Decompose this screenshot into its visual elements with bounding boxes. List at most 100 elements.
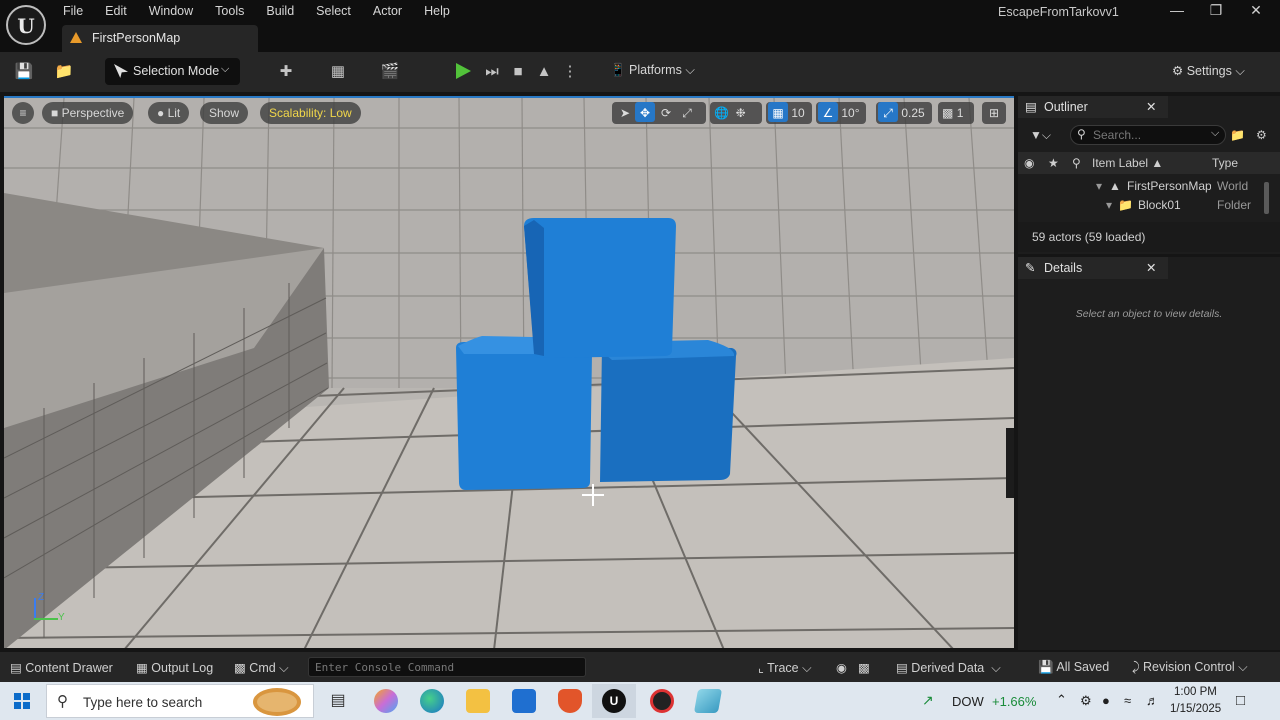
add-actor-icon[interactable]: ✚: [276, 62, 296, 82]
expand-icon[interactable]: ▾: [1106, 198, 1112, 212]
derived-data-button[interactable]: ▤ Derived Data ⌵: [896, 660, 1001, 676]
rotate-tool-icon[interactable]: ⟳: [655, 102, 677, 124]
tray-app-icon[interactable]: ⚙: [1080, 693, 1092, 709]
pin-icon[interactable]: ⚲: [1072, 156, 1081, 170]
revision-control-label: Revision Control: [1142, 660, 1235, 674]
lit-button[interactable]: ● Lit: [148, 102, 190, 124]
notifications-icon[interactable]: □: [1236, 692, 1245, 709]
scale-snap-icon: ⤢: [878, 102, 898, 122]
menu-edit[interactable]: Edit: [94, 0, 138, 22]
tab-map-label: FirstPersonMap: [92, 31, 181, 45]
console-command[interactable]: [308, 657, 586, 677]
level-viewport[interactable]: ≡ ■ Perspective ● Lit Show Scalability: …: [4, 96, 1014, 648]
expand-icon[interactable]: ▾: [1096, 179, 1102, 193]
viewport-menu-icon[interactable]: ≡: [12, 102, 34, 124]
tree-row[interactable]: ▾ 📁 Block01 Folder: [1018, 198, 1266, 216]
add-folder-icon[interactable]: 📁: [1230, 128, 1245, 142]
windows-start-icon[interactable]: [14, 693, 30, 709]
screenshot-icon[interactable]: ▩: [858, 660, 870, 675]
copilot-icon[interactable]: [374, 689, 398, 713]
chevron-up-icon[interactable]: ⌃: [1056, 692, 1067, 708]
edge-icon[interactable]: [420, 689, 444, 713]
menu-select[interactable]: Select: [305, 0, 362, 22]
microphone-icon[interactable]: ●: [1102, 693, 1110, 708]
console-input[interactable]: [315, 660, 575, 674]
menu-actor[interactable]: Actor: [362, 0, 413, 22]
step-icon[interactable]: ⏭: [482, 62, 502, 82]
tab-map[interactable]: FirstPersonMap: [62, 25, 258, 52]
perspective-button[interactable]: ■ Perspective: [42, 102, 134, 124]
volume-icon[interactable]: ♬: [1146, 693, 1159, 708]
cinematics-icon[interactable]: 🎬: [380, 62, 400, 82]
brave-icon[interactable]: [558, 689, 582, 713]
chevron-down-icon[interactable]: ⌵: [1211, 127, 1219, 140]
cmd-dropdown[interactable]: ▩ Cmd ⌵: [234, 660, 289, 676]
all-saved-button[interactable]: 💾 All Saved: [1038, 660, 1109, 675]
camera-speed-button[interactable]: ▩ 1: [938, 102, 974, 124]
eject-icon[interactable]: ▲: [534, 62, 554, 82]
outliner-search[interactable]: ⚲ ⌵: [1070, 125, 1226, 145]
menu-tools[interactable]: Tools: [204, 0, 255, 22]
trace-dropdown[interactable]: ⌞ Trace ⌵: [758, 660, 812, 676]
restore-icon[interactable]: ❐: [1196, 2, 1236, 22]
clock-date[interactable]: 1/15/2025: [1170, 703, 1221, 715]
selection-mode-dropdown[interactable]: Selection Mode ⌵: [105, 58, 240, 85]
menu-build[interactable]: Build: [255, 0, 305, 22]
content-browse-icon[interactable]: 📁: [54, 62, 74, 82]
search-highlight-icon: [253, 688, 301, 716]
surface-snap-icon[interactable]: ❉: [736, 106, 746, 120]
favorite-icon[interactable]: ★: [1048, 156, 1059, 170]
scale-snap-button[interactable]: ⤢ 0.25: [876, 102, 932, 124]
outliner-search-input[interactable]: [1093, 128, 1193, 142]
close-outliner-icon[interactable]: ✕: [1146, 99, 1156, 114]
visibility-icon[interactable]: ◉: [1024, 156, 1034, 170]
tab-outliner[interactable]: ▤ Outliner ✕: [1018, 96, 1168, 118]
select-tool-icon[interactable]: ➤: [615, 102, 635, 124]
details-icon: ✎: [1025, 261, 1036, 275]
tree-row[interactable]: ▾ ▲ FirstPersonMap World: [1018, 179, 1266, 197]
store-icon[interactable]: [512, 689, 536, 713]
menu-window[interactable]: Window: [138, 0, 204, 22]
move-tool-icon[interactable]: ✥: [635, 102, 655, 122]
stop-icon[interactable]: ■: [508, 62, 528, 82]
platforms-button[interactable]: 📱 Platforms ⌵: [610, 63, 695, 78]
rotation-snap-button[interactable]: ∠ 10°: [816, 102, 866, 124]
close-window-icon[interactable]: ✕: [1236, 2, 1276, 22]
minimize-icon[interactable]: —: [1157, 2, 1197, 22]
outliner-settings-icon[interactable]: ⚙: [1256, 128, 1267, 142]
outliner-column-header: ◉ ★ ⚲ Item Label ▲ Type: [1018, 152, 1280, 174]
obs-icon[interactable]: [650, 689, 674, 713]
more-options-icon[interactable]: ⋮: [560, 62, 580, 82]
unreal-engine-icon[interactable]: U: [602, 689, 626, 713]
clock-time[interactable]: 1:00 PM: [1174, 686, 1217, 698]
scale-tool-icon[interactable]: ⤢: [677, 102, 697, 124]
record-icon[interactable]: ◉: [836, 660, 847, 675]
play-button[interactable]: [456, 63, 471, 79]
show-button[interactable]: Show: [200, 102, 249, 124]
menu-help[interactable]: Help: [413, 0, 461, 22]
unreal-logo-icon[interactable]: U: [6, 5, 46, 45]
revision-control-button[interactable]: ⤸ Revision Control ⌵: [1132, 660, 1248, 675]
scalability-indicator[interactable]: Scalability: Low: [260, 102, 361, 124]
wifi-icon[interactable]: ≈: [1124, 693, 1131, 708]
stock-name[interactable]: DOW: [952, 694, 984, 709]
file-explorer-icon[interactable]: [466, 689, 490, 713]
output-log-button[interactable]: ▦ Output Log: [136, 660, 213, 675]
save-icon[interactable]: 💾: [14, 62, 34, 82]
app-icon[interactable]: [693, 689, 723, 713]
column-type[interactable]: Type: [1212, 156, 1238, 170]
taskbar-search[interactable]: ⚲ Type here to search: [46, 684, 314, 718]
maximize-viewport-icon[interactable]: ⊞: [982, 102, 1006, 124]
grid-snap-button[interactable]: ▦ 10: [766, 102, 812, 124]
column-item-label[interactable]: Item Label ▲: [1092, 156, 1163, 170]
world-space-icon[interactable]: 🌐: [714, 106, 729, 120]
filter-icon[interactable]: ▼⌵: [1030, 128, 1051, 143]
content-drawer-button[interactable]: ▤ Content Drawer: [10, 660, 113, 675]
settings-button[interactable]: ⚙ Settings ⌵: [1172, 63, 1245, 79]
outliner-scrollbar[interactable]: [1264, 182, 1269, 214]
close-details-icon[interactable]: ✕: [1146, 260, 1156, 275]
menu-file[interactable]: File: [52, 0, 94, 22]
blueprint-icon[interactable]: ▦: [328, 62, 348, 82]
tab-details[interactable]: ✎ Details ✕: [1018, 257, 1168, 279]
task-view-icon[interactable]: ▤: [326, 689, 350, 713]
